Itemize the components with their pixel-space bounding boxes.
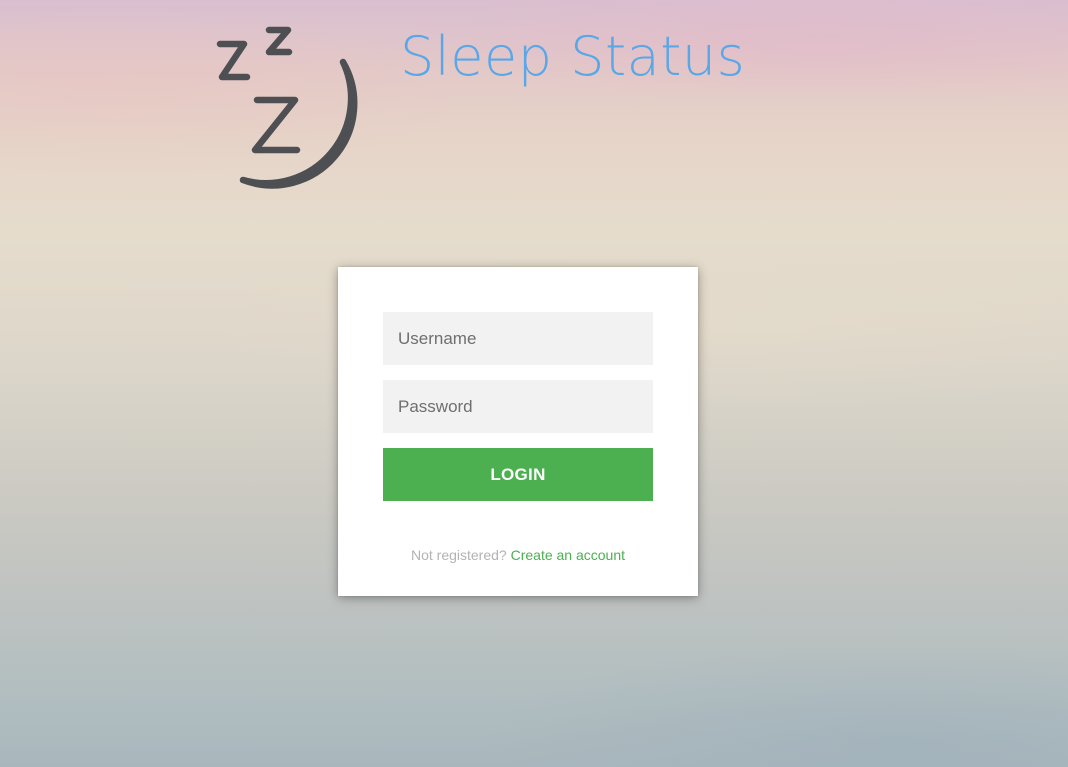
tiny-z-icon [265, 26, 293, 56]
large-z-icon [251, 96, 301, 154]
not-registered-text: Not registered? [410, 547, 507, 563]
sleeping-moon-icon [216, 26, 358, 189]
username-input[interactable] [383, 312, 653, 365]
crescent-moon-icon [239, 58, 358, 189]
create-account-link[interactable]: Create an account [511, 547, 625, 563]
login-card: LOGIN Not registered? Create an account [338, 267, 698, 596]
password-input[interactable] [383, 380, 653, 433]
small-z-icon [216, 40, 251, 81]
login-button[interactable]: LOGIN [383, 448, 653, 501]
register-prompt: Not registered? Create an account [338, 547, 698, 563]
app-title: Sleep Status [400, 25, 746, 88]
